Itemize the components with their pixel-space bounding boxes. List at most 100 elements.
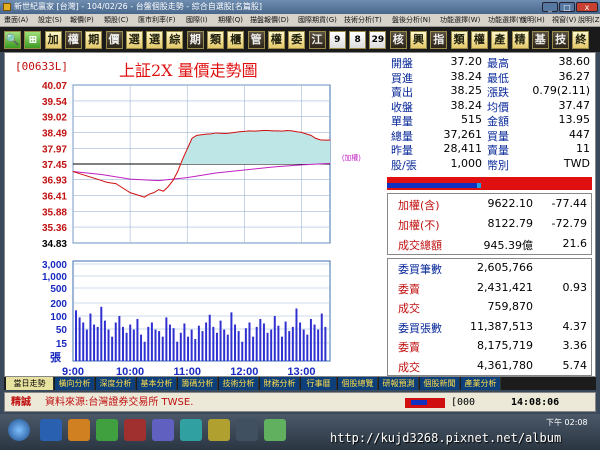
price-point xyxy=(186,148,188,150)
price-point xyxy=(134,193,136,195)
menu-item[interactable]: 盤後分析(N) xyxy=(392,14,431,27)
index-value: 945.39億 xyxy=(483,239,534,252)
toolbar-button[interactable]: 核 xyxy=(389,31,407,49)
menu-item[interactable]: 國際(I) xyxy=(186,14,208,27)
tab-bar: 當日走勢 橫向分析 深度分析 基本分析 籌碼分析 技術分析 財務分析 行事曆 個股總覽 研報預測個… xyxy=(4,377,596,390)
volume-bar xyxy=(234,324,237,361)
time-tick-label: 13:00 xyxy=(287,366,315,376)
price-point xyxy=(153,192,155,194)
tab-11[interactable]: 產業分析 xyxy=(461,377,501,390)
volume-bar xyxy=(194,339,197,361)
tab-6[interactable]: 財務分析 xyxy=(260,377,300,390)
toolbar-button[interactable]: 期 xyxy=(85,31,103,49)
menu-item[interactable]: 視窗(V) xyxy=(552,14,576,27)
taskbar-app-icon[interactable] xyxy=(208,419,230,441)
price-point xyxy=(129,192,131,194)
taskbar-app-icon[interactable] xyxy=(96,419,118,441)
quote-value: 37,261 xyxy=(443,127,483,141)
volume-tick-label: 50 xyxy=(56,325,68,336)
toolbar-button[interactable]: 8 xyxy=(349,31,367,49)
toolbar-button[interactable]: 綜 xyxy=(166,31,184,49)
toolbar-button[interactable]: 江 xyxy=(308,31,326,49)
menu-item[interactable]: 畫面(A) xyxy=(4,14,28,27)
menu-item[interactable]: 技術分析(T) xyxy=(344,14,382,27)
index-label: 加權(含) xyxy=(398,199,440,212)
taskbar-app-icon[interactable] xyxy=(236,419,258,441)
toolbar-button[interactable]: 櫃 xyxy=(227,31,245,49)
price-tick-label: 37.45 xyxy=(42,160,67,171)
toolbar-button[interactable]: 加 xyxy=(44,31,62,49)
volume-bar xyxy=(259,318,262,361)
menu-item[interactable]: 類股(C) xyxy=(104,14,128,27)
price-point xyxy=(286,130,288,131)
volume-bar xyxy=(165,317,168,361)
toolbar-button[interactable]: 🔍 xyxy=(4,31,21,49)
tab-1[interactable]: 橫向分析 xyxy=(55,377,95,390)
minimize-button[interactable]: _ xyxy=(542,2,558,12)
toolbar-button[interactable]: 產 xyxy=(491,31,509,49)
tab-2[interactable]: 深度分析 xyxy=(96,377,136,390)
taskbar-folder-icon[interactable] xyxy=(68,419,90,441)
price-point xyxy=(272,130,274,132)
toolbar-button[interactable]: 基 xyxy=(531,31,549,49)
toolbar-button[interactable]: 價 xyxy=(105,31,123,49)
tab-0[interactable]: 當日走勢 xyxy=(6,377,54,390)
toolbar-button[interactable]: 技 xyxy=(552,31,570,49)
menu-item[interactable]: 匯市利率(F) xyxy=(138,14,176,27)
menu-item[interactable]: 功能選擇(W) xyxy=(440,14,480,27)
toolbar-button[interactable]: 類 xyxy=(450,31,468,49)
toolbar-button[interactable]: 指 xyxy=(430,31,448,49)
tab-8[interactable]: 個股總覽 xyxy=(338,377,378,390)
toolbar-button[interactable]: 管 xyxy=(247,31,265,49)
toolbar-button[interactable]: 權 xyxy=(64,31,82,49)
toolbar-button[interactable]: ⊞ xyxy=(24,31,42,49)
price-point xyxy=(101,180,102,181)
index-value: 9622.10 xyxy=(487,197,534,210)
toolbar-button[interactable]: 終 xyxy=(572,31,590,49)
toolbar-button[interactable]: 類 xyxy=(207,31,224,49)
menu-item[interactable]: 報價(P) xyxy=(70,14,94,27)
stats-value: 759,870 xyxy=(487,300,534,313)
volume-tick-label: 200 xyxy=(50,299,67,310)
toolbar-button[interactable]: 委 xyxy=(288,31,306,49)
stats-label: 委買張數 xyxy=(398,321,442,335)
taskbar-clock: 下午 02:08 xyxy=(546,418,588,427)
price-point xyxy=(201,134,202,136)
menu-item[interactable]: 設定(S) xyxy=(38,14,62,27)
taskbar-app-icon[interactable] xyxy=(152,419,174,441)
price-tick-label: 39.54 xyxy=(42,97,67,108)
toolbar-button[interactable]: 權 xyxy=(470,31,488,49)
window-title-bar: 新世紀贏家 [台灣] - 104/02/26 - 台盤個股走勢 - 綜合自選股[… xyxy=(0,0,600,14)
taskbar-app-icon[interactable] xyxy=(180,419,202,441)
taskbar-app-icon[interactable] xyxy=(40,419,62,441)
tab-9[interactable]: 研報預測 xyxy=(379,377,419,390)
volume-bar xyxy=(306,334,309,361)
menu-item[interactable]: 說明(Z) xyxy=(578,14,600,27)
start-button-icon[interactable] xyxy=(8,419,30,441)
menu-item[interactable]: 國際期貨(G) xyxy=(298,14,337,27)
toolbar-button[interactable]: 期 xyxy=(186,31,204,49)
menu-item[interactable]: 描盤報價(D) xyxy=(250,14,289,27)
taskbar-app-icon[interactable] xyxy=(124,419,146,441)
toolbar-button[interactable]: 選 xyxy=(146,31,164,49)
quote-value: 38.24 xyxy=(450,69,483,83)
maximize-button[interactable]: □ xyxy=(559,2,575,12)
toolbar-button[interactable]: 9 xyxy=(328,31,346,49)
toolbar-button[interactable]: 選 xyxy=(125,31,143,49)
tab-3[interactable]: 基本分析 xyxy=(137,377,177,390)
toolbar-button[interactable]: 權 xyxy=(267,31,285,49)
tab-4[interactable]: 籌碼分析 xyxy=(178,377,218,390)
tab-5[interactable]: 技術分析 xyxy=(219,377,259,390)
taskbar-app-icon[interactable] xyxy=(264,419,286,441)
tab-7[interactable]: 行事曆 xyxy=(301,377,337,390)
toolbar-button[interactable]: 興 xyxy=(410,31,427,49)
toolbar-button[interactable]: 精 xyxy=(511,31,529,49)
menu-item[interactable]: 說明(H) xyxy=(520,14,545,27)
close-button[interactable]: x xyxy=(576,2,598,12)
menu-item[interactable]: 期權(Q) xyxy=(218,14,243,27)
toolbar-button[interactable]: 29 xyxy=(369,31,387,49)
price-point xyxy=(182,159,183,160)
volume-bar xyxy=(172,328,175,361)
price-point xyxy=(224,133,226,134)
tab-10[interactable]: 個股新聞 xyxy=(420,377,460,390)
